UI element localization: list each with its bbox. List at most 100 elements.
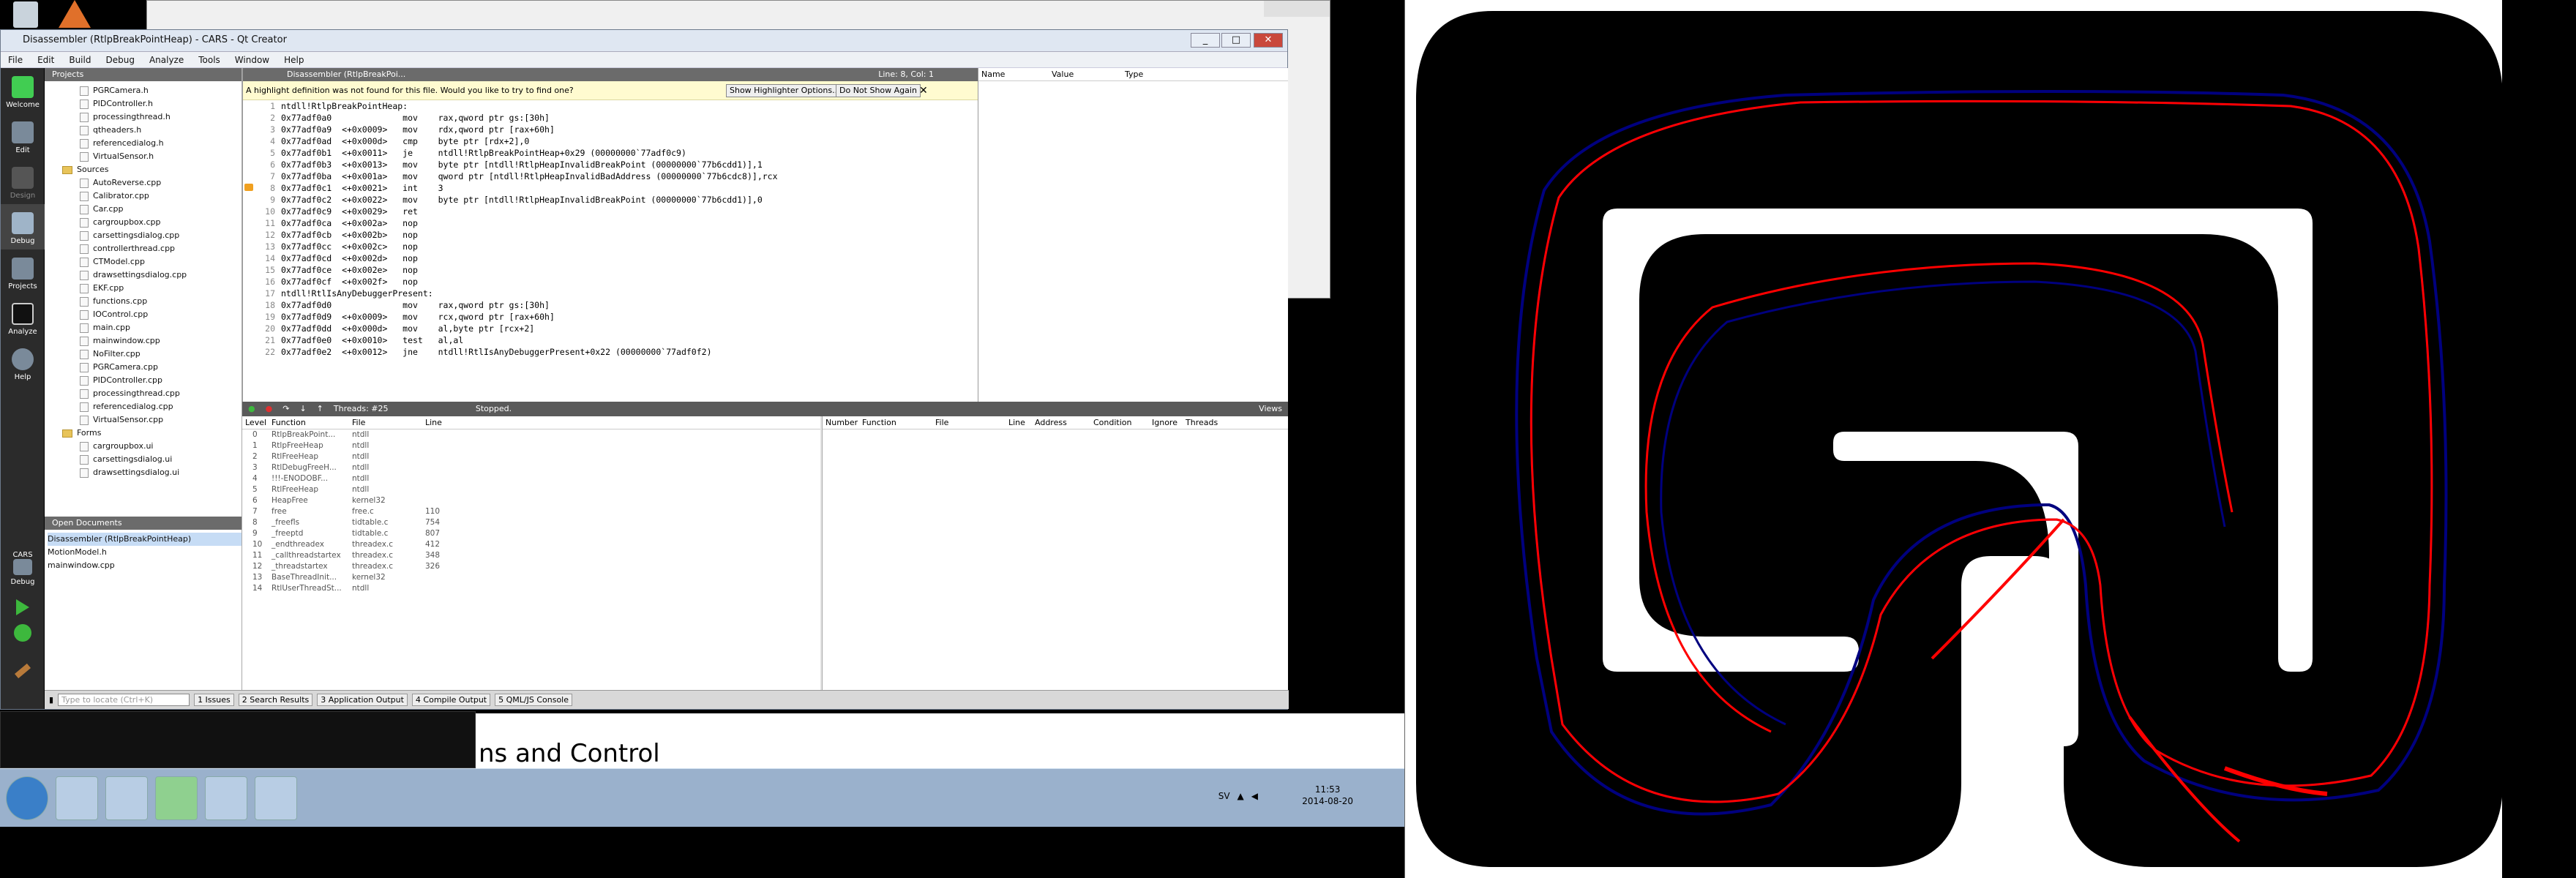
stack-frame-row[interactable]: 9 _freeptd tidtable.c 807 — [242, 528, 820, 539]
show-highlighter-options-button[interactable]: Show Highlighter Options... — [726, 84, 844, 97]
project-file[interactable]: VirtualSensor.cpp — [45, 413, 242, 427]
project-file[interactable]: main.cpp — [45, 321, 242, 334]
project-file[interactable]: AutoReverse.cpp — [45, 176, 242, 190]
menu-window[interactable]: Window — [228, 55, 277, 65]
mode-welcome[interactable]: Welcome — [1, 68, 45, 113]
background-window-controls[interactable] — [1264, 1, 1330, 17]
project-file[interactable]: NoFilter.cpp — [45, 348, 242, 361]
maximize-button[interactable]: □ — [1221, 33, 1251, 48]
network-icon[interactable]: ▲ — [1238, 791, 1244, 801]
mode-edit[interactable]: Edit — [1, 113, 45, 159]
mode-projects[interactable]: Projects — [1, 249, 45, 295]
project-folder[interactable]: Sources — [45, 163, 242, 176]
document-tab[interactable]: Disassembler (RtlpBreakPoi... — [287, 70, 405, 79]
open-document-item[interactable]: MotionModel.h — [48, 546, 242, 559]
threads-selector[interactable]: Threads: #25 — [334, 402, 465, 416]
stack-frame-row[interactable]: 6 HeapFree kernel32 — [242, 495, 820, 506]
language-indicator[interactable]: SV — [1218, 791, 1230, 801]
matlab-icon[interactable] — [59, 0, 91, 28]
project-file[interactable]: qtheaders.h — [45, 124, 242, 137]
stack-frame-row[interactable]: 7 free free.c 110 — [242, 506, 820, 517]
project-file[interactable]: VirtualSensor.h — [45, 150, 242, 163]
project-file[interactable]: Calibrator.cpp — [45, 190, 242, 203]
app-taskbar-icon[interactable] — [255, 776, 297, 820]
stack-frame-row[interactable]: 3 RtlDebugFreeH... ntdll — [242, 462, 820, 473]
project-file[interactable]: cargroupbox.cpp — [45, 216, 242, 229]
project-file[interactable]: controllerthread.cpp — [45, 242, 242, 255]
stack-frame-row[interactable]: 0 RtlpBreakPoint... ntdll — [242, 429, 820, 440]
toggle-sidebar-icon[interactable]: ▮ — [49, 695, 53, 705]
stack-frame-row[interactable]: 2 RtlFreeHeap ntdll — [242, 451, 820, 462]
project-file[interactable]: Car.cpp — [45, 203, 242, 216]
stack-frame-row[interactable]: 13 BaseThreadInit... kernel32 — [242, 572, 820, 583]
close-button[interactable]: ✕ — [1254, 33, 1283, 48]
step-over-icon[interactable]: ↷ — [282, 402, 289, 416]
project-file[interactable]: processingthread.h — [45, 110, 242, 124]
project-file[interactable]: PGRCamera.h — [45, 84, 242, 97]
project-file[interactable]: drawsettingsdialog.cpp — [45, 269, 242, 282]
open-document-item[interactable]: mainwindow.cpp — [48, 559, 242, 572]
project-folder[interactable]: Forms — [45, 427, 242, 440]
project-file[interactable]: processingthread.cpp — [45, 387, 242, 400]
stack-frame-row[interactable]: 8 _freefls tidtable.c 754 — [242, 517, 820, 528]
project-file[interactable]: referencedialog.h — [45, 137, 242, 150]
project-file[interactable]: functions.cpp — [45, 295, 242, 308]
project-file[interactable]: CTModel.cpp — [45, 255, 242, 269]
project-file[interactable]: PIDController.cpp — [45, 374, 242, 387]
stack-frame-row[interactable]: 4 !!!-ENODOBF... ntdll — [242, 473, 820, 484]
issues-pane-button[interactable]: 1 Issues — [194, 694, 234, 706]
minimize-button[interactable]: _ — [1191, 33, 1220, 48]
stack-frame-row[interactable]: 1 RtlpFreeHeap ntdll — [242, 440, 820, 451]
project-file[interactable]: cargroupbox.ui — [45, 440, 242, 453]
stack-frame-row[interactable]: 14 RtlUserThreadSt... ntdll — [242, 583, 820, 594]
menu-help[interactable]: Help — [277, 55, 311, 65]
project-file[interactable]: carsettingsdialog.ui — [45, 453, 242, 466]
run-button[interactable] — [1, 590, 45, 620]
menu-file[interactable]: File — [1, 55, 30, 65]
disassembly-view[interactable]: 1 2 3 4 5 6 7 8 9 10 11 12 13 14 15 16 17 18 19 20 21 22 ntdl… — [243, 100, 978, 402]
continue-icon[interactable]: ● — [248, 402, 255, 416]
locator-input[interactable]: Type to locate (Ctrl+K) — [58, 694, 190, 706]
volume-icon[interactable]: ◀ — [1251, 791, 1258, 801]
menu-build[interactable]: Build — [61, 55, 98, 65]
stop-icon[interactable]: ● — [266, 402, 273, 416]
clock[interactable]: 11:53 2014-08-20 — [1302, 784, 1353, 807]
step-out-icon[interactable]: ↑ — [317, 402, 323, 416]
project-file[interactable]: carsettingsdialog.cpp — [45, 229, 242, 242]
kit-selector[interactable]: CARS Debug — [1, 532, 45, 590]
mode-debug[interactable]: Debug — [1, 204, 45, 249]
application-output-pane-button[interactable]: 3 Application Output — [317, 694, 408, 706]
views-button[interactable]: Views — [1259, 402, 1288, 416]
mode-help[interactable]: Help — [1, 340, 45, 386]
project-file[interactable]: PGRCamera.cpp — [45, 361, 242, 374]
debug-run-button[interactable] — [1, 620, 45, 649]
qml-console-pane-button[interactable]: 5 QML/JS Console — [495, 694, 572, 706]
compile-output-pane-button[interactable]: 4 Compile Output — [411, 694, 491, 706]
recycle-bin-icon[interactable] — [13, 1, 38, 28]
chrome-taskbar-icon[interactable] — [105, 776, 148, 820]
mode-design[interactable]: Design — [1, 159, 45, 204]
menu-debug[interactable]: Debug — [98, 55, 141, 65]
stack-frame-row[interactable]: 5 RtlFreeHeap ntdll — [242, 484, 820, 495]
stack-frame-row[interactable]: 12 _threadstartex threadex.c 326 — [242, 561, 820, 572]
project-file[interactable]: drawsettingsdialog.ui — [45, 466, 242, 479]
project-file[interactable]: EKF.cpp — [45, 282, 242, 295]
explorer-taskbar-icon[interactable] — [56, 776, 98, 820]
stack-frame-row[interactable]: 11 _callthreadstartex threadex.c 348 — [242, 550, 820, 561]
project-file[interactable]: PIDController.h — [45, 97, 242, 110]
step-into-icon[interactable]: ↓ — [299, 402, 306, 416]
build-button[interactable] — [1, 649, 45, 679]
project-file[interactable]: mainwindow.cpp — [45, 334, 242, 348]
stack-frame-row[interactable]: 10 _endthreadex threadex.c 412 — [242, 539, 820, 550]
do-not-show-again-button[interactable]: Do Not Show Again — [836, 84, 921, 97]
close-infobar-icon[interactable]: ✕ — [919, 81, 928, 100]
project-file[interactable]: IOControl.cpp — [45, 308, 242, 321]
qt-creator-taskbar-icon[interactable] — [155, 776, 198, 820]
project-file[interactable]: referencedialog.cpp — [45, 400, 242, 413]
menu-tools[interactable]: Tools — [191, 55, 228, 65]
mode-analyze[interactable]: Analyze — [1, 295, 45, 340]
menu-edit[interactable]: Edit — [30, 55, 61, 65]
open-document-item[interactable]: Disassembler (RtlpBreakPointHeap) — [48, 533, 242, 546]
visual-studio-taskbar-icon[interactable] — [205, 776, 247, 820]
start-button[interactable] — [6, 776, 48, 820]
